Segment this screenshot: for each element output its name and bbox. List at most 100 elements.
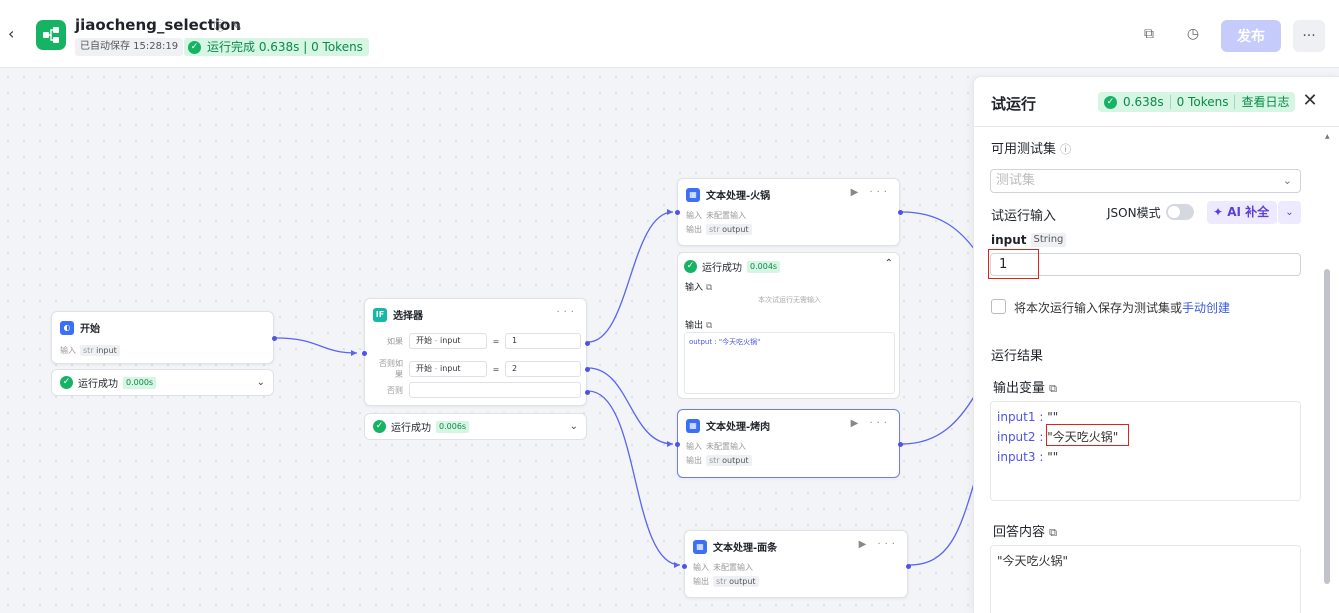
if-port[interactable] xyxy=(585,341,590,346)
copy-icon: ⧉ xyxy=(705,321,713,331)
testset-label: 可用测试集 xyxy=(991,142,1057,157)
if-icon: IF xyxy=(373,307,387,322)
node-selector-title: 选择器 xyxy=(393,311,423,322)
back-icon[interactable]: ‹ xyxy=(8,26,24,42)
manual-create-link[interactable]: 手动创建 xyxy=(1182,301,1230,315)
else-box[interactable] xyxy=(409,382,581,398)
node-selector-status[interactable]: ✓ 运行成功 0.006s ⌄ xyxy=(364,413,587,440)
input-port[interactable] xyxy=(675,210,680,215)
answer-text: "今天吃火锅" xyxy=(997,554,1069,568)
node-noodle-title: 文本处理-面条 xyxy=(713,543,778,554)
check-circle-icon: ✓ xyxy=(188,40,201,54)
check-circle-icon: ✓ xyxy=(1104,95,1117,109)
ai-fill-button[interactable]: ✦ AI 补全 xyxy=(1207,201,1277,224)
node-hotpot-title: 文本处理-火锅 xyxy=(706,191,771,202)
cond-right-1[interactable]: 1 xyxy=(505,333,581,349)
view-log-link[interactable]: 查看日志 xyxy=(1241,92,1289,112)
output-line: input2 : "今天吃火锅" xyxy=(997,430,1119,444)
play-icon: ▶ xyxy=(850,418,863,429)
info-icon[interactable]: ⓘ xyxy=(214,19,232,33)
run-input-label: 试运行输入 xyxy=(991,209,1057,224)
check-circle-icon: ✓ xyxy=(60,376,73,389)
more-icon: ··· xyxy=(869,187,891,198)
edit-icon[interactable]: ✎ xyxy=(232,19,248,33)
json-mode-label: JSON模式 xyxy=(1107,206,1161,220)
condition-if: 如果 开始 - input = 1 xyxy=(373,333,581,349)
start-icon: ◐ xyxy=(60,320,74,335)
node-selector[interactable]: IF 选择器 ··· 如果 开始 - input = 1 否则如果 开始 - i… xyxy=(362,298,590,406)
more-icon: ··· xyxy=(1302,28,1316,44)
highlight-input xyxy=(988,249,1039,279)
scrollbar-thumb[interactable] xyxy=(1324,269,1330,584)
node-bbq-title: 文本处理-烤肉 xyxy=(706,422,771,433)
run-status-text: 运行完成 0.638s | 0 Tokens xyxy=(207,40,363,54)
node-noodle[interactable]: ▦ 文本处理-面条 ▶ ··· 输入 未配置输入 输出 str output xyxy=(682,530,911,598)
chevron-down-icon[interactable]: ⌄ xyxy=(570,421,578,432)
sparkle-icon: ✦ xyxy=(1213,205,1224,219)
node-actions[interactable]: ▶ ··· xyxy=(851,187,891,198)
else-port[interactable] xyxy=(585,390,590,395)
condition-elif: 否则如果 开始 - input = 2 xyxy=(373,358,581,380)
play-icon: ▶ xyxy=(850,187,863,198)
more-icon[interactable]: ··· xyxy=(556,307,578,318)
copy-icon[interactable]: ⧉ xyxy=(1049,382,1057,395)
text-process-icon: ▦ xyxy=(686,418,700,433)
cond-left-1[interactable]: 开始 - input xyxy=(409,333,487,349)
text-process-icon: ▦ xyxy=(686,187,700,202)
input-var-name: input xyxy=(991,233,1027,247)
autosave-badge: 已自动保存 15:28:19 xyxy=(75,38,184,56)
scroll-up-icon[interactable]: ▲ xyxy=(1325,133,1330,140)
node-hotpot[interactable]: ▦ 文本处理-火锅 ▶ ··· 输入 未配置输入 输出 str output xyxy=(675,178,903,246)
chevron-up-icon[interactable]: ⌃ xyxy=(885,258,893,269)
input-port[interactable] xyxy=(675,442,680,447)
more-button[interactable]: ··· xyxy=(1293,20,1325,52)
node-start-title: 开始 xyxy=(80,324,100,335)
input-label: 输入 xyxy=(60,346,76,355)
hotpot-run-result: ✓ 运行成功 0.004s ⌃ 输入 ⧉ 本次试运行无需输入 输出 ⧉ outp… xyxy=(677,252,900,399)
chevron-down-icon: ⌄ xyxy=(1282,174,1292,187)
copy-icon[interactable]: ⧉ xyxy=(1141,26,1157,42)
chevron-down-icon[interactable]: ⌄ xyxy=(257,377,265,388)
output-port[interactable] xyxy=(272,336,277,341)
more-icon: ··· xyxy=(877,539,899,550)
output-line: input3 : "" xyxy=(997,450,1059,464)
save-testset-checkbox[interactable] xyxy=(991,299,1006,314)
answer-box: "今天吃火锅" xyxy=(990,545,1301,613)
top-bar: ‹ jiaocheng_selection ⓘ✎ 已自动保存 15:28:19 … xyxy=(0,0,1339,68)
cond-left-2[interactable]: 开始 - input xyxy=(409,361,487,377)
answer-label: 回答内容 xyxy=(993,525,1046,540)
info-icon[interactable]: ⓘ xyxy=(1060,143,1071,156)
node-start[interactable]: ◐ 开始 输入 str input xyxy=(51,311,277,364)
check-circle-icon: ✓ xyxy=(373,420,386,433)
output-port[interactable] xyxy=(898,442,903,447)
output-port[interactable] xyxy=(906,564,911,569)
input-var-type: String xyxy=(1030,233,1067,247)
output-port[interactable] xyxy=(898,210,903,215)
testset-select[interactable]: 测试集 ⌄ xyxy=(990,169,1301,193)
text-process-icon: ▦ xyxy=(693,539,707,554)
input-port[interactable] xyxy=(362,351,367,356)
cond-right-2[interactable]: 2 xyxy=(505,361,581,377)
panel-title: 试运行 xyxy=(991,95,1037,113)
output-var-label: 输出变量 xyxy=(993,381,1046,396)
output-line: input1 : "" xyxy=(997,410,1059,424)
node-actions[interactable]: ▶ ··· xyxy=(859,539,899,550)
ai-fill-dropdown[interactable]: ⌄ xyxy=(1278,201,1301,224)
test-run-panel: 试运行 ✓ 0.638s 0 Tokens 查看日志 ✕ 可用测试集 ⓘ 测试集 … xyxy=(973,76,1339,613)
copy-icon: ⧉ xyxy=(705,283,713,293)
json-mode-toggle[interactable] xyxy=(1166,204,1194,220)
copy-icon[interactable]: ⧉ xyxy=(1049,526,1057,539)
input-port[interactable] xyxy=(682,564,687,569)
node-bbq[interactable]: ▦ 文本处理-烤肉 ▶ ··· 输入 未配置输入 输出 str output xyxy=(675,409,903,478)
elif-port[interactable] xyxy=(585,367,590,372)
panel-run-badge: ✓ 0.638s 0 Tokens 查看日志 xyxy=(1098,92,1296,112)
workflow-icon xyxy=(43,27,59,43)
node-actions[interactable]: ▶ ··· xyxy=(851,418,891,429)
run-status-badge[interactable]: ✓ 运行完成 0.638s | 0 Tokens xyxy=(184,38,369,56)
condition-else: 否则 xyxy=(373,382,581,398)
close-icon[interactable]: ✕ xyxy=(1300,91,1320,111)
output-vars-box: input1 : "" input2 : "今天吃火锅" input3 : "" xyxy=(990,401,1301,501)
node-start-status[interactable]: ✓ 运行成功 0.000s ⌄ xyxy=(51,369,274,396)
history-icon[interactable]: ◷ xyxy=(1185,26,1201,42)
publish-button[interactable]: 发布 xyxy=(1221,20,1281,52)
